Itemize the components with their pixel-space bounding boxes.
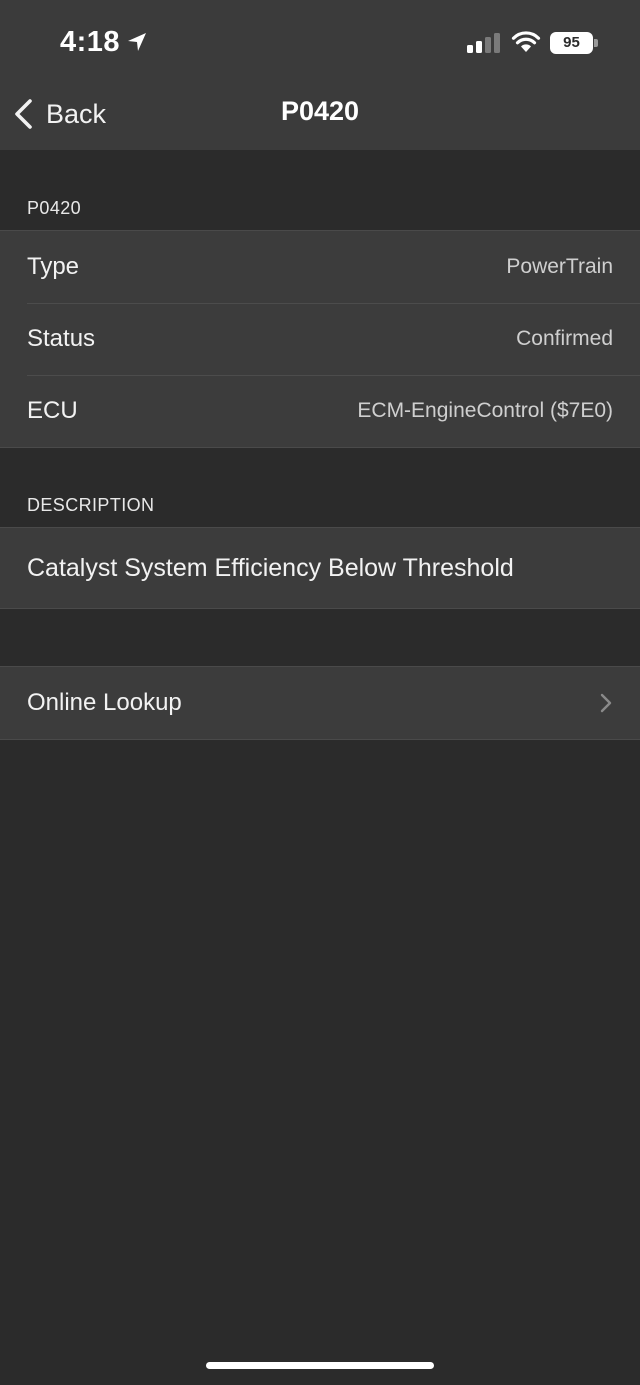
section-header-description: DESCRIPTION xyxy=(27,495,155,515)
section-header-code: P0420 xyxy=(27,198,82,218)
info-row-ecu: ECU ECM-EngineControl ($7E0) xyxy=(0,375,640,447)
wifi-icon xyxy=(511,31,541,52)
lookup-group: Online Lookup xyxy=(0,666,640,740)
info-group: Type PowerTrain Status Confirmed ECU ECM… xyxy=(0,230,640,448)
row-value: ECM-EngineControl ($7E0) xyxy=(357,399,613,422)
info-row-type: Type PowerTrain xyxy=(0,231,640,303)
battery-level: 95 xyxy=(563,34,580,51)
page-title: P0420 xyxy=(280,96,360,126)
chevron-right-icon xyxy=(600,693,612,713)
status-time: 4:18 xyxy=(60,26,121,58)
row-label: Type xyxy=(27,253,80,280)
row-value: PowerTrain xyxy=(506,255,613,278)
description-row: Catalyst System Efficiency Below Thresho… xyxy=(0,528,640,608)
description-text: Catalyst System Efficiency Below Thresho… xyxy=(27,553,514,582)
online-lookup-row[interactable]: Online Lookup xyxy=(0,667,640,739)
info-row-status: Status Confirmed xyxy=(0,303,640,375)
row-label: ECU xyxy=(27,397,78,424)
description-group: Catalyst System Efficiency Below Thresho… xyxy=(0,527,640,609)
signal-icon xyxy=(467,33,500,53)
battery-icon: 95 xyxy=(550,32,598,54)
home-indicator[interactable] xyxy=(206,1362,434,1369)
location-arrow-icon xyxy=(128,33,146,51)
row-label: Status xyxy=(27,325,96,352)
online-lookup-label: Online Lookup xyxy=(27,689,182,716)
row-value: Confirmed xyxy=(516,327,613,350)
